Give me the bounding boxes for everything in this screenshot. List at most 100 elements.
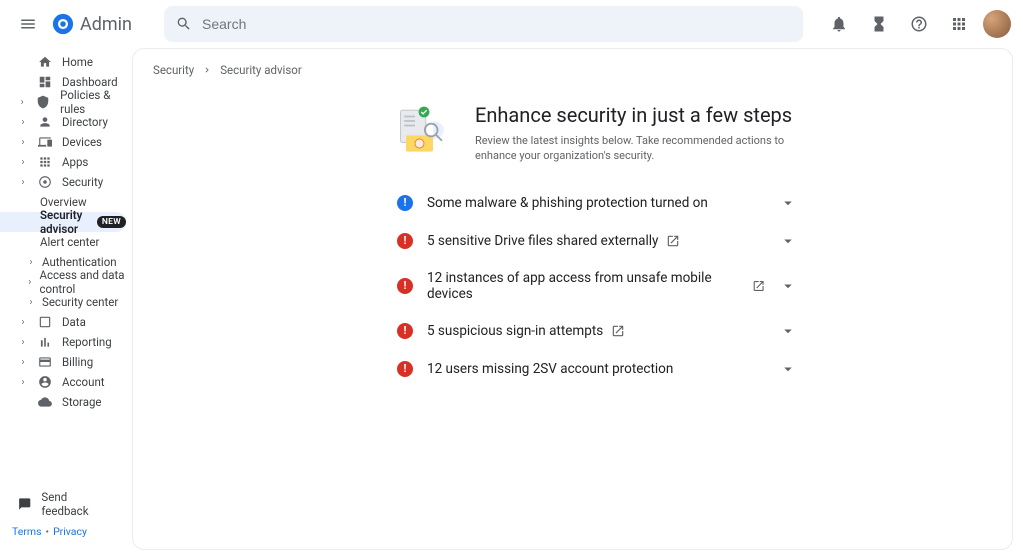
insight-label: 5 suspicious sign-in attempts xyxy=(427,323,603,339)
help-button[interactable] xyxy=(903,8,935,40)
sidebar-item-storage[interactable]: Storage xyxy=(0,392,132,412)
insights-list: ! Some malware & phishing protection tur… xyxy=(397,184,797,388)
home-icon xyxy=(38,55,52,69)
sidebar-item-apps[interactable]: › Apps xyxy=(0,152,132,172)
insight-row[interactable]: ! 5 suspicious sign-in attempts xyxy=(397,312,797,350)
chevron-down-icon xyxy=(779,194,797,212)
chevron-down-icon xyxy=(779,360,797,378)
reporting-icon xyxy=(38,335,52,349)
sidebar: Home Dashboard ›Policies & rules ›Direct… xyxy=(0,48,132,560)
nav-label: Billing xyxy=(62,355,93,369)
nav-label: Apps xyxy=(62,155,88,169)
devices-icon xyxy=(38,135,52,149)
billing-icon xyxy=(38,355,52,369)
chevron-right-icon: › xyxy=(18,97,26,108)
insight-row[interactable]: ! 12 instances of app access from unsafe… xyxy=(397,260,797,312)
sidebar-item-data[interactable]: › Data xyxy=(0,312,132,332)
feedback-icon xyxy=(18,497,31,511)
sidebar-item-devices[interactable]: ›Devices xyxy=(0,132,132,152)
hourglass-icon xyxy=(870,15,888,33)
insight-row[interactable]: ! 5 sensitive Drive files shared externa… xyxy=(397,222,797,260)
nav-label: Security center xyxy=(42,295,118,309)
privacy-link[interactable]: Privacy xyxy=(53,525,87,538)
external-link-icon xyxy=(752,279,765,293)
footer-links: Terms•Privacy xyxy=(0,515,132,548)
nav-label: Account xyxy=(62,375,105,389)
bell-icon xyxy=(830,15,848,33)
nav-label: Reporting xyxy=(62,335,112,349)
nav-label: Data xyxy=(62,315,86,329)
search-input[interactable] xyxy=(202,16,791,32)
new-badge: NEW xyxy=(97,216,126,228)
nav-label: Directory xyxy=(62,115,108,129)
help-icon xyxy=(910,15,928,33)
nav-label: Policies & rules xyxy=(60,88,124,116)
hero-title: Enhance security in just a few steps xyxy=(475,103,805,127)
sidebar-item-alert-center[interactable]: Alert center xyxy=(0,232,132,252)
sidebar-item-security-advisor[interactable]: Security advisorNEW xyxy=(0,212,126,232)
hero-section: Enhance security in just a few steps Rev… xyxy=(397,103,992,164)
chevron-right-icon: › xyxy=(26,297,36,308)
alert-status-icon: ! xyxy=(397,278,413,294)
alert-status-icon: ! xyxy=(397,233,413,249)
info-status-icon: ! xyxy=(397,195,413,211)
nav-label: Overview xyxy=(40,195,87,209)
sidebar-item-billing[interactable]: › Billing xyxy=(0,352,132,372)
logo-icon xyxy=(52,13,74,35)
chevron-right-icon: › xyxy=(26,257,36,268)
alert-status-icon: ! xyxy=(397,323,413,339)
menu-icon xyxy=(19,15,37,33)
nav-label: Security advisor xyxy=(40,208,91,236)
alert-status-icon: ! xyxy=(397,361,413,377)
external-link-icon xyxy=(611,324,625,338)
hero-illustration xyxy=(397,103,451,157)
hamburger-menu-button[interactable] xyxy=(12,8,44,40)
search-bar[interactable] xyxy=(164,6,803,42)
chevron-down-icon xyxy=(779,232,797,250)
tasks-button[interactable] xyxy=(863,8,895,40)
chevron-right-icon: › xyxy=(18,357,28,368)
sidebar-item-home[interactable]: Home xyxy=(0,52,132,72)
chevron-down-icon xyxy=(779,322,797,340)
chevron-right-icon: › xyxy=(18,337,28,348)
nav-label: Security xyxy=(62,175,103,189)
apps-button[interactable] xyxy=(943,8,975,40)
nav-label: Home xyxy=(62,55,93,69)
terms-link[interactable]: Terms xyxy=(12,525,42,538)
sidebar-item-reporting[interactable]: › Reporting xyxy=(0,332,132,352)
breadcrumb: Security Security advisor xyxy=(153,63,992,77)
insight-label: Some malware & phishing protection turne… xyxy=(427,195,708,211)
chevron-right-icon: › xyxy=(26,277,33,288)
nav-label: Authentication xyxy=(42,255,117,269)
send-feedback-button[interactable]: Send feedback xyxy=(0,493,132,515)
sidebar-item-security[interactable]: › Security xyxy=(0,172,132,192)
storage-icon xyxy=(38,395,52,409)
policies-icon xyxy=(36,95,50,109)
chevron-right-icon: › xyxy=(18,317,28,328)
sidebar-item-security-center[interactable]: › Security center xyxy=(0,292,132,312)
chevron-right-icon: › xyxy=(18,117,28,128)
insight-label: 5 sensitive Drive files shared externall… xyxy=(427,233,658,249)
breadcrumb-current: Security advisor xyxy=(220,63,302,77)
chevron-right-icon: › xyxy=(18,137,28,148)
apps-grid-icon xyxy=(950,15,968,33)
account-avatar[interactable] xyxy=(983,10,1011,38)
sidebar-item-access-data-control[interactable]: ›Access and data control xyxy=(0,272,132,292)
app-logo[interactable]: Admin xyxy=(52,13,136,35)
security-icon xyxy=(38,175,52,189)
sidebar-item-policies[interactable]: ›Policies & rules xyxy=(0,92,132,112)
sidebar-item-account[interactable]: › Account xyxy=(0,372,132,392)
insight-row[interactable]: ! 12 users missing 2SV account protectio… xyxy=(397,350,797,388)
notifications-button[interactable] xyxy=(823,8,855,40)
insight-row[interactable]: ! Some malware & phishing protection tur… xyxy=(397,184,797,222)
breadcrumb-parent[interactable]: Security xyxy=(153,63,194,77)
directory-icon xyxy=(38,115,52,129)
chevron-down-icon xyxy=(779,277,797,295)
nav-label: Alert center xyxy=(40,235,99,249)
chevron-right-icon: › xyxy=(18,377,28,388)
chevron-down-icon: › xyxy=(18,177,28,188)
chevron-right-icon: › xyxy=(18,157,28,168)
account-icon xyxy=(38,375,52,389)
chevron-right-icon xyxy=(202,65,212,75)
search-icon xyxy=(176,16,192,32)
